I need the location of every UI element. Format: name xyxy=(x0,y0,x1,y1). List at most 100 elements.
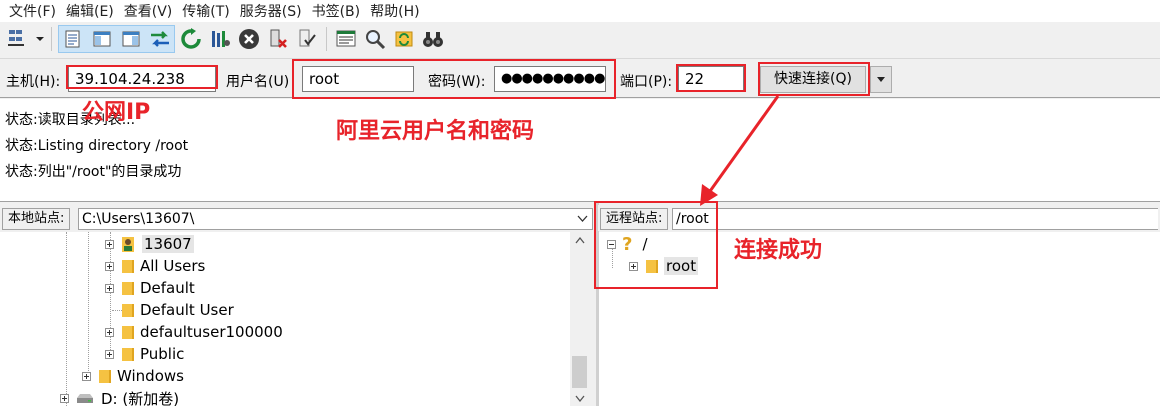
remote-tree-icon xyxy=(122,31,140,47)
expand-icon[interactable] xyxy=(105,349,114,359)
scroll-thumb[interactable] xyxy=(572,356,587,388)
binoculars-icon xyxy=(423,32,443,47)
menu-transfer[interactable]: 传输(T) xyxy=(177,1,234,21)
port-input[interactable]: 22 xyxy=(678,66,744,92)
quickconnect-button[interactable]: 快速连接(Q) xyxy=(760,66,866,93)
tree-item[interactable]: root xyxy=(629,255,699,277)
cancel-button[interactable] xyxy=(236,26,262,52)
menu-view[interactable]: 查看(V) xyxy=(119,1,178,21)
remote-site-label: 远程站点: xyxy=(600,208,669,230)
log-line: 状态:列出"/root"的目录成功 xyxy=(5,164,182,180)
tree-item-label: 13607 xyxy=(142,235,194,253)
expand-icon[interactable] xyxy=(60,393,69,403)
tree-item-label: Public xyxy=(140,345,185,363)
toggle-local-tree-button[interactable] xyxy=(89,26,115,52)
expand-icon[interactable] xyxy=(105,239,114,249)
annotation-public-ip: 公网IP xyxy=(82,100,151,125)
cancel-icon xyxy=(239,29,259,49)
tree-item[interactable]: Windows xyxy=(82,365,184,387)
tree-item[interactable]: ? / xyxy=(607,233,648,255)
quickconnect-bar: 主机(H): 39.104.24.238 用户名(U) root 密码(W): … xyxy=(0,58,1160,98)
tree-item[interactable]: defaultuser100000 xyxy=(105,321,283,343)
refresh-button[interactable] xyxy=(178,26,204,52)
sync-browsing-button[interactable] xyxy=(391,26,417,52)
scroll-down-icon[interactable] xyxy=(575,395,585,402)
password-input[interactable]: ●●●●●●●●●● xyxy=(494,66,606,92)
tree-item[interactable]: Default xyxy=(105,277,195,299)
toolbar-separator xyxy=(51,27,52,51)
tree-item[interactable]: Default User xyxy=(120,299,234,321)
folder-icon xyxy=(120,258,134,274)
menu-bookmarks[interactable]: 书签(B) xyxy=(307,1,366,21)
chevron-down-icon[interactable] xyxy=(35,34,45,44)
folder-icon xyxy=(120,324,134,340)
password-label: 密码(W): xyxy=(428,74,486,90)
drive-icon xyxy=(77,394,93,403)
menu-server[interactable]: 服务器(S) xyxy=(235,1,307,21)
tree-item[interactable]: All Users xyxy=(105,255,205,277)
expand-icon[interactable] xyxy=(629,261,638,271)
expand-icon[interactable] xyxy=(105,261,114,271)
menu-file[interactable]: 文件(F) xyxy=(4,1,61,21)
collapse-icon[interactable] xyxy=(607,239,616,249)
process-queue-button[interactable] xyxy=(207,26,233,52)
site-manager-button[interactable] xyxy=(6,26,32,52)
folder-icon xyxy=(97,368,111,384)
toolbar xyxy=(0,22,1160,56)
remote-path-value: /root xyxy=(676,211,709,227)
tree-item[interactable]: D: (新加卷) xyxy=(60,387,179,406)
folder-icon xyxy=(120,280,134,296)
process-queue-icon xyxy=(212,31,230,47)
log-line: 状态:Listing directory /root xyxy=(5,138,189,154)
refresh-icon xyxy=(181,28,201,49)
search-button[interactable] xyxy=(420,26,446,52)
toggle-log-button[interactable] xyxy=(60,26,86,52)
annotation-arrow xyxy=(700,95,780,206)
expand-icon[interactable] xyxy=(105,327,114,337)
tree-item-label: Windows xyxy=(117,367,184,385)
local-tree-scrollbar[interactable] xyxy=(570,232,590,406)
local-path-value: C:\Users\13607\ xyxy=(82,211,195,227)
expand-icon[interactable] xyxy=(105,283,114,293)
host-input[interactable]: 39.104.24.238 xyxy=(68,66,216,92)
menu-help[interactable]: 帮助(H) xyxy=(365,1,424,21)
tree-item-label: D: (新加卷) xyxy=(101,389,180,406)
folder-icon xyxy=(120,302,134,318)
directory-listing-filter-button[interactable] xyxy=(333,26,359,52)
disconnect-button[interactable] xyxy=(265,26,291,52)
toggle-remote-tree-button[interactable] xyxy=(118,26,144,52)
tree-item-label: / xyxy=(642,235,648,253)
username-label: 用户名(U) xyxy=(226,74,290,90)
sync-icon xyxy=(395,31,413,47)
log-icon xyxy=(65,30,80,48)
menu-edit[interactable]: 编辑(E) xyxy=(61,1,119,21)
scroll-up-icon[interactable] xyxy=(575,237,585,244)
magnifier-icon xyxy=(366,30,386,50)
remote-directory-tree: ? / root xyxy=(599,232,1160,406)
tree-item[interactable]: 13607 xyxy=(105,233,194,255)
compare-directories-button[interactable] xyxy=(362,26,388,52)
annotation-connected: 连接成功 xyxy=(734,238,823,263)
disconnect-icon xyxy=(270,29,287,48)
tree-item[interactable]: Public xyxy=(105,343,184,365)
expand-icon[interactable] xyxy=(82,371,91,381)
toggle-queue-button[interactable] xyxy=(147,26,173,52)
message-log: 状态:读取目录列表... 状态:Listing directory /root … xyxy=(0,99,1160,202)
port-label: 端口(P): xyxy=(620,74,673,90)
chevron-down-icon xyxy=(877,76,885,82)
local-site-label: 本地站点: xyxy=(2,208,71,230)
tree-item-label: defaultuser100000 xyxy=(140,323,283,341)
quickconnect-dropdown-button[interactable] xyxy=(870,66,892,93)
folder-icon xyxy=(120,346,134,362)
transfer-queue-icon xyxy=(151,31,169,47)
tree-item-label: Default xyxy=(140,279,195,297)
username-input[interactable]: root xyxy=(302,66,414,92)
tree-item-label: All Users xyxy=(140,257,206,275)
tree-item-label: root xyxy=(664,257,699,275)
chevron-down-icon xyxy=(577,215,588,222)
local-site-header: 本地站点: C:\Users\13607\ xyxy=(0,205,597,231)
filter-icon xyxy=(336,30,356,47)
local-path-combobox[interactable]: C:\Users\13607\ xyxy=(78,208,593,230)
reconnect-button[interactable] xyxy=(294,26,320,52)
toolbar-separator xyxy=(326,27,327,51)
